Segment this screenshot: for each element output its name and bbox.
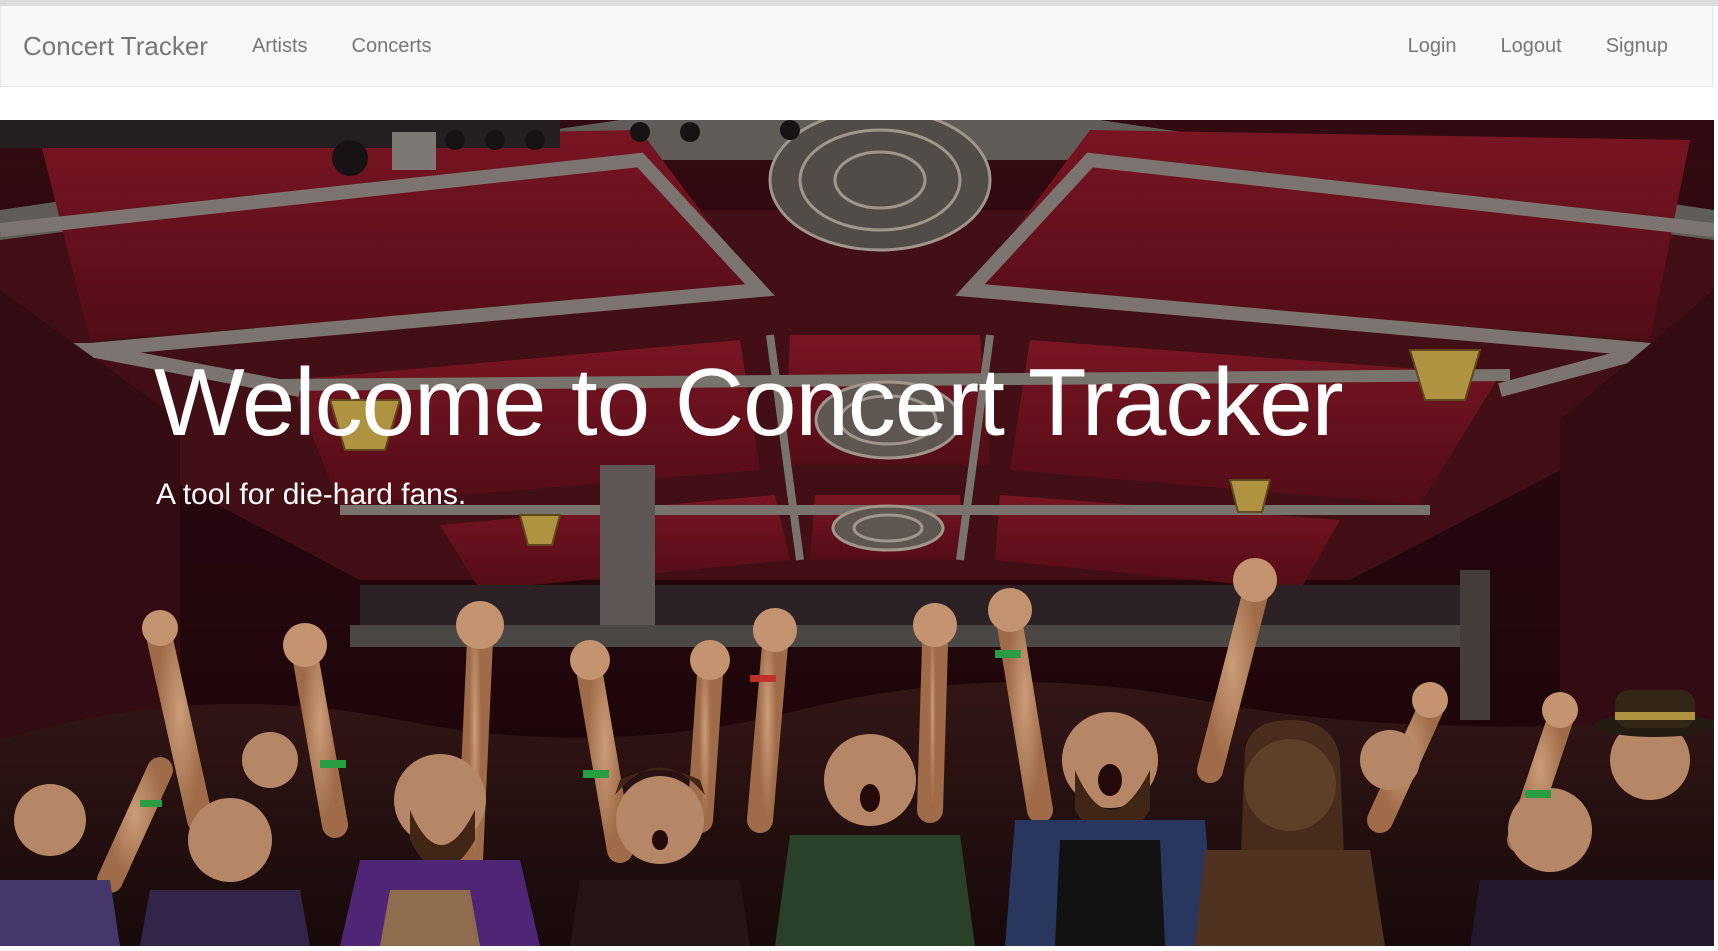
hero-jumbotron: Welcome to Concert Tracker A tool for di…	[0, 120, 1714, 946]
hero-subtitle: A tool for die-hard fans.	[156, 478, 467, 511]
nav-link-concerts[interactable]: Concerts	[330, 6, 454, 87]
bottom-strip	[0, 946, 1718, 951]
nav-link-signup[interactable]: Signup	[1584, 6, 1690, 87]
nav-left: Artists Concerts	[230, 6, 454, 87]
brand-link[interactable]: Concert Tracker	[23, 31, 208, 62]
concert-crowd-photo	[0, 120, 1714, 946]
navbar: Concert Tracker Artists Concerts Login L…	[0, 6, 1713, 87]
nav-right: Login Logout Signup	[1386, 6, 1690, 87]
nav-link-logout[interactable]: Logout	[1479, 6, 1584, 87]
nav-link-artists[interactable]: Artists	[230, 6, 330, 87]
page: Concert Tracker Artists Concerts Login L…	[0, 0, 1718, 951]
hero-title: Welcome to Concert Tracker	[154, 349, 1344, 456]
nav-link-login[interactable]: Login	[1386, 6, 1479, 87]
